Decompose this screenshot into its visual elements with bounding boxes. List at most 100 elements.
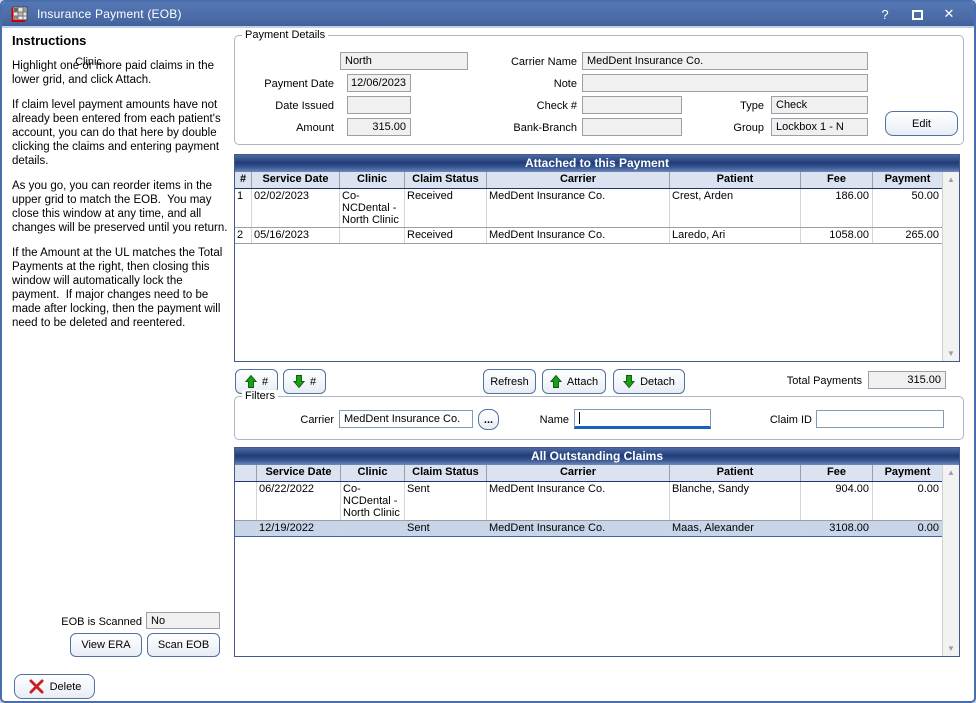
cell-carrier: MedDent Insurance Co. [487, 482, 670, 520]
column-header-carrier[interactable]: Carrier [487, 465, 670, 481]
cell-claim-status: Sent [405, 521, 487, 536]
delete-label: Delete [50, 681, 82, 693]
scroll-up-icon[interactable]: ▲ [947, 468, 955, 477]
outstanding-grid: All Outstanding Claims Service Date Clin… [234, 447, 960, 657]
arrow-down-icon [623, 374, 635, 389]
outstanding-row[interactable]: 06/22/2022 Co-NCDental - North Clinic Se… [235, 482, 942, 521]
outstanding-row-selected[interactable]: 12/19/2022 Sent MedDent Insurance Co. Ma… [235, 521, 942, 537]
column-header-claim-status[interactable]: Claim Status [405, 172, 487, 188]
arrow-up-icon [245, 374, 257, 389]
filter-name-input[interactable] [574, 409, 711, 429]
cell-service-date: 02/02/2023 [252, 189, 340, 227]
payment-details-label: Payment Details [242, 29, 328, 41]
move-up-label: # [262, 376, 268, 388]
cell-fee: 186.00 [801, 189, 873, 227]
eob-scanned-label: EOB is Scanned [22, 616, 142, 628]
column-header-payment[interactable]: Payment [873, 465, 942, 481]
edit-button[interactable]: Edit [885, 111, 958, 136]
move-down-label: # [310, 376, 316, 388]
maximize-button[interactable] [901, 7, 933, 22]
scroll-down-icon[interactable]: ▼ [947, 644, 955, 653]
arrow-down-icon [293, 374, 305, 389]
refresh-button[interactable]: Refresh [483, 369, 536, 394]
help-button[interactable]: ? [869, 7, 901, 22]
column-header-blank[interactable] [235, 465, 257, 481]
cell-patient: Blanche, Sandy [670, 482, 801, 520]
cell-carrier: MedDent Insurance Co. [487, 521, 670, 536]
cell-carrier: MedDent Insurance Co. [487, 228, 670, 243]
bank-branch-field [582, 118, 682, 136]
total-payments-label: Total Payments [762, 375, 862, 387]
instructions-paragraph: As you go, you can reorder items in the … [12, 179, 231, 235]
filter-carrier-input[interactable]: MedDent Insurance Co. [339, 410, 473, 428]
cell-clinic: Co-NCDental - North Clinic [341, 482, 405, 520]
delete-x-icon [28, 679, 45, 694]
attached-grid-body: # Service Date Clinic Claim Status Carri… [235, 172, 942, 361]
cell-claim-status: Sent [405, 482, 487, 520]
attach-button[interactable]: Attach [542, 369, 606, 394]
filters-label: Filters [242, 390, 278, 402]
column-header-fee[interactable]: Fee [801, 172, 873, 188]
maximize-icon [912, 10, 923, 20]
cell-payment: 0.00 [873, 482, 942, 520]
payment-date-label: Payment Date [244, 78, 334, 90]
attached-row[interactable]: 2 05/16/2023 Received MedDent Insurance … [235, 228, 942, 244]
delete-button[interactable]: Delete [14, 674, 95, 699]
bank-branch-label: Bank-Branch [497, 122, 577, 134]
note-field [582, 74, 868, 92]
close-button[interactable]: ✕ [933, 6, 965, 22]
note-label: Note [497, 78, 577, 90]
cell-payment: 50.00 [873, 189, 942, 227]
group-field: Lockbox 1 - N [771, 118, 868, 136]
type-field: Check [771, 96, 868, 114]
outstanding-grid-header-row: Service Date Clinic Claim Status Carrier… [235, 465, 942, 482]
cell-service-date: 06/22/2022 [257, 482, 341, 520]
type-label: Type [692, 100, 764, 112]
amount-label: Amount [244, 122, 334, 134]
cell-payment: 0.00 [873, 521, 942, 536]
carrier-name-field: MedDent Insurance Co. [582, 52, 868, 70]
cell-clinic [340, 228, 405, 243]
check-number-label: Check # [497, 100, 577, 112]
instructions-heading: Instructions [12, 33, 231, 48]
column-header-service-date[interactable]: Service Date [257, 465, 341, 481]
column-header-patient[interactable]: Patient [670, 172, 801, 188]
column-header-fee[interactable]: Fee [801, 465, 873, 481]
payment-date-field: 12/06/2023 [347, 74, 411, 92]
outstanding-grid-scrollbar[interactable]: ▲ ▼ [942, 465, 959, 656]
attached-row[interactable]: 1 02/02/2023 Co-NCDental - North Clinic … [235, 189, 942, 228]
cell-patient: Laredo, Ari [670, 228, 801, 243]
date-issued-field [347, 96, 411, 114]
filter-claim-id-input[interactable] [816, 410, 944, 428]
cell-service-date: 05/16/2023 [252, 228, 340, 243]
filter-claim-id-label: Claim ID [764, 414, 812, 426]
scan-eob-button[interactable]: Scan EOB [147, 633, 220, 657]
attached-grid-scrollbar[interactable]: ▲ ▼ [942, 172, 959, 361]
column-header-clinic[interactable]: Clinic [340, 172, 405, 188]
column-header-patient[interactable]: Patient [670, 465, 801, 481]
total-payments-field: 315.00 [868, 371, 946, 389]
window-title: Insurance Payment (EOB) [37, 7, 182, 21]
column-header-payment[interactable]: Payment [873, 172, 942, 188]
cell-fee: 3108.00 [801, 521, 873, 536]
detach-button[interactable]: Detach [613, 369, 685, 394]
cell-patient: Crest, Arden [670, 189, 801, 227]
scroll-down-icon[interactable]: ▼ [947, 349, 955, 358]
window-titlebar[interactable]: Insurance Payment (EOB) ? ✕ [2, 2, 974, 28]
view-era-button[interactable]: View ERA [70, 633, 142, 657]
filter-name-label: Name [533, 414, 569, 426]
insurance-payment-window: Insurance Payment (EOB) ? ✕ Instructions… [0, 0, 976, 703]
text-cursor [579, 412, 580, 424]
column-header-service-date[interactable]: Service Date [252, 172, 340, 188]
column-header-claim-status[interactable]: Claim Status [405, 465, 487, 481]
column-header-clinic[interactable]: Clinic [341, 465, 405, 481]
carrier-browse-button[interactable]: ... [478, 409, 499, 430]
eob-scanned-field: No [146, 612, 220, 629]
column-header-carrier[interactable]: Carrier [487, 172, 670, 188]
cell-claim-status: Received [405, 189, 487, 227]
cell-payment: 265.00 [873, 228, 942, 243]
column-header-num[interactable]: # [235, 172, 252, 188]
scroll-up-icon[interactable]: ▲ [947, 175, 955, 184]
cell-fee: 1058.00 [801, 228, 873, 243]
move-down-button[interactable]: # [283, 369, 326, 394]
